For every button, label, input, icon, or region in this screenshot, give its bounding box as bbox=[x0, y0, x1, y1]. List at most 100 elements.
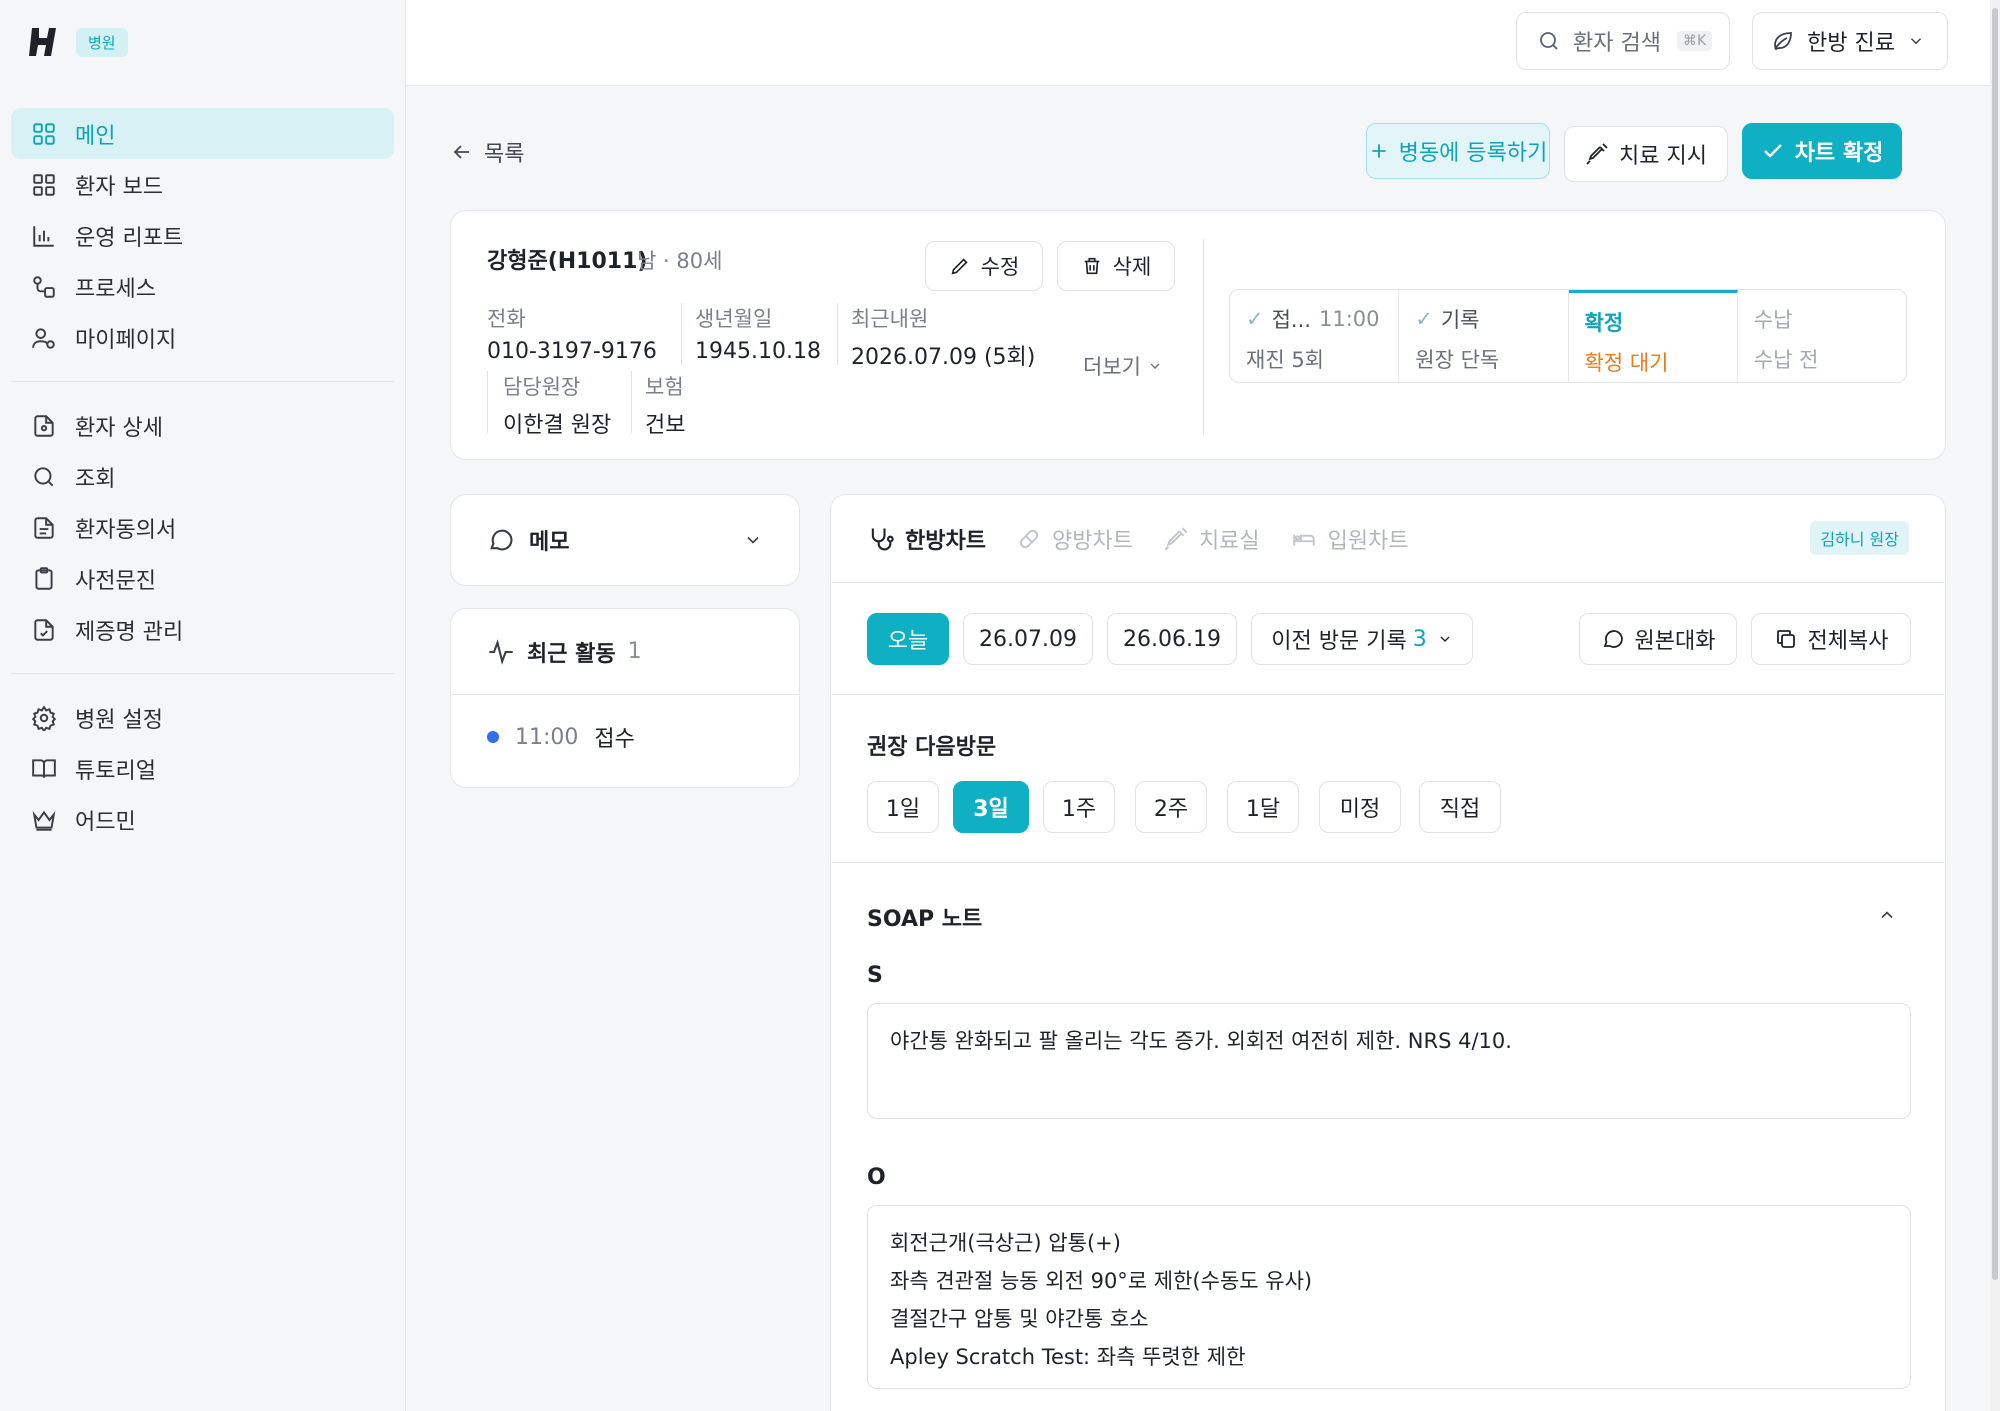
stage-sub: 원장 단독 bbox=[1415, 348, 1500, 372]
sidebar-item-mypage[interactable]: 마이페이지 bbox=[11, 312, 394, 363]
copy-all-button[interactable]: 전체복사 bbox=[1751, 613, 1911, 665]
divider bbox=[681, 303, 682, 365]
stage-sub: 재진 5회 bbox=[1246, 348, 1324, 372]
next-visit-option-selected[interactable]: 3일 bbox=[953, 781, 1029, 833]
scrollbar[interactable] bbox=[1990, 0, 2000, 1411]
confirm-chart-button[interactable]: 차트 확정 bbox=[1742, 123, 1902, 179]
back-label: 목록 bbox=[484, 142, 525, 167]
treatment-order-button[interactable]: 치료 지시 bbox=[1564, 126, 1728, 182]
birth-field: 생년월일 1945.10.18 bbox=[695, 303, 821, 364]
divider bbox=[1203, 239, 1204, 435]
treatment-order-label: 치료 지시 bbox=[1619, 144, 1707, 169]
stage-confirm[interactable]: 확정 확정 대기 bbox=[1568, 290, 1738, 382]
more-button[interactable]: 더보기 bbox=[1083, 351, 1163, 381]
next-visit-option[interactable]: 직접 bbox=[1419, 781, 1501, 833]
chevron-down-icon bbox=[1150, 363, 1160, 369]
date-chip[interactable]: 26.07.09 bbox=[963, 613, 1093, 665]
chart-card: 한방차트 양방차트 치료실 입원차트 김하니 원장 오늘 26.07.09 26… bbox=[830, 494, 1946, 1411]
objective-textarea[interactable]: 회전근개(극상근) 압통(+) 좌측 견관절 능동 외전 90°로 제한(수동도… bbox=[867, 1205, 1911, 1389]
sidebar-item-label: 프로세스 bbox=[75, 276, 156, 302]
patient-search-button[interactable]: 환자 검색 ⌘K bbox=[1516, 12, 1730, 70]
subjective-textarea[interactable]: 야간통 완화되고 팔 올리는 각도 증가. 외회전 여전히 제한. NRS 4/… bbox=[867, 1003, 1911, 1119]
doctor-value: 이한결 원장 bbox=[503, 413, 612, 438]
copy-icon bbox=[1776, 630, 1795, 648]
back-to-list-link[interactable]: 목록 bbox=[450, 136, 524, 168]
logo-icon[interactable] bbox=[28, 25, 62, 59]
sidebar-item-label: 환자 보드 bbox=[75, 174, 163, 200]
memo-label: 메모 bbox=[529, 530, 570, 555]
next-visit-option[interactable]: 1달 bbox=[1227, 781, 1299, 833]
sidebar-item-consent[interactable]: 환자동의서 bbox=[11, 502, 394, 553]
chip-label: 1주 bbox=[1061, 797, 1097, 822]
sidebar-item-tutorial[interactable]: 튜토리얼 bbox=[11, 743, 394, 794]
chip-label: 1일 bbox=[885, 797, 921, 822]
sidebar-item-patient-board[interactable]: 환자 보드 bbox=[11, 159, 394, 210]
date-chip[interactable]: 26.06.19 bbox=[1107, 613, 1237, 665]
edit-button[interactable]: 수정 bbox=[925, 241, 1043, 291]
chip-label: 전체복사 bbox=[1807, 629, 1889, 654]
plus-icon bbox=[1371, 144, 1386, 158]
sidebar-item-questionnaire[interactable]: 사전문진 bbox=[11, 553, 394, 604]
sidebar-item-settings[interactable]: 병원 설정 bbox=[11, 692, 394, 743]
sidebar-item-process[interactable]: 프로세스 bbox=[11, 261, 394, 312]
sidebar-item-label: 마이페이지 bbox=[75, 327, 177, 353]
next-visit-option[interactable]: 미정 bbox=[1319, 781, 1401, 833]
chat-bubble-icon bbox=[1603, 630, 1623, 648]
objective-line: 회전근개(극상근) 압통(+) bbox=[890, 1231, 1121, 1255]
sidebar-item-report[interactable]: 운영 리포트 bbox=[11, 210, 394, 261]
shortcut-badge: ⌘K bbox=[1676, 31, 1713, 51]
divider bbox=[837, 303, 838, 365]
user-gear-icon bbox=[32, 327, 55, 349]
recent-activity-card: 최근 활동 1 11:00 접수 bbox=[450, 608, 800, 788]
original-chat-button[interactable]: 원본대화 bbox=[1579, 613, 1737, 665]
stage-payment[interactable]: 수납 수납 전 bbox=[1738, 290, 1906, 382]
stage-reception[interactable]: ✓ 접... 11:00 재진 5회 bbox=[1230, 290, 1400, 382]
sidebar-item-label: 어드민 bbox=[75, 809, 136, 835]
divider bbox=[11, 381, 394, 382]
register-ward-button[interactable]: 병동에 등록하기 bbox=[1366, 123, 1550, 179]
sidebar-item-label: 사전문진 bbox=[75, 568, 156, 594]
date-chip-today[interactable]: 오늘 bbox=[867, 613, 949, 665]
sidebar-item-patient-detail[interactable]: 환자 상세 bbox=[11, 400, 394, 451]
tab-western-chart[interactable]: 양방차트 bbox=[1016, 523, 1133, 555]
sidebar-item-certificate[interactable]: 제증명 관리 bbox=[11, 604, 394, 655]
gear-icon bbox=[31, 704, 57, 731]
stage-title: 수납 bbox=[1753, 308, 1793, 332]
sidebar-item-label: 제증명 관리 bbox=[75, 619, 184, 645]
edit-label: 수정 bbox=[980, 255, 1020, 279]
doctor-badge: 김하니 원장 bbox=[1810, 521, 1909, 555]
tab-label: 양방차트 bbox=[1051, 528, 1133, 554]
tab-inpatient-chart[interactable]: 입원차트 bbox=[1290, 523, 1409, 555]
previous-visits-dropdown[interactable]: 이전 방문 기록 3 bbox=[1251, 613, 1473, 665]
stage-title: 접... bbox=[1271, 308, 1311, 332]
leaf-icon bbox=[1774, 32, 1792, 51]
bed-icon bbox=[1292, 534, 1315, 545]
sidebar-item-label: 메인 bbox=[75, 123, 116, 149]
memo-card[interactable]: 메모 bbox=[450, 494, 800, 586]
syringe-icon bbox=[1586, 143, 1608, 165]
delete-button[interactable]: 삭제 bbox=[1057, 241, 1175, 291]
objective-line: Apley Scratch Test: 좌측 뚜렷한 제한 bbox=[890, 1345, 1246, 1369]
mode-label: 한방 진료 bbox=[1807, 31, 1895, 56]
mode-select[interactable]: 한방 진료 bbox=[1752, 12, 1948, 70]
patient-meta: 남 · 80세 bbox=[637, 249, 723, 273]
soap-section: SOAP 노트 S 야간통 완화되고 팔 올리는 각도 증가. 외회전 여전히 … bbox=[831, 863, 1945, 1411]
insurance-field: 보험 건보 bbox=[645, 371, 685, 439]
board-icon bbox=[33, 173, 55, 196]
objective-line: 결절간구 압통 및 야간통 호소 bbox=[890, 1307, 1149, 1331]
tab-treatment-room[interactable]: 치료실 bbox=[1163, 523, 1260, 555]
doctor-field: 담당원장 이한결 원장 bbox=[503, 371, 611, 439]
stage-title: 확정 bbox=[1584, 311, 1624, 335]
sidebar-item-admin[interactable]: 어드민 bbox=[11, 794, 394, 845]
next-visit-option[interactable]: 1일 bbox=[867, 781, 939, 833]
next-visit-option[interactable]: 2주 bbox=[1135, 781, 1207, 833]
pill-icon bbox=[1019, 529, 1039, 548]
scrollbar-thumb[interactable] bbox=[1992, 8, 1998, 1280]
tab-oriental-chart[interactable]: 한방차트 bbox=[867, 523, 986, 555]
stage-record[interactable]: ✓ 기록 원장 단독 bbox=[1399, 290, 1569, 382]
sidebar-item-main[interactable]: 메인 bbox=[11, 108, 394, 159]
subjective-text: 야간통 완화되고 팔 올리는 각도 증가. 외회전 여전히 제한. NRS 4/… bbox=[890, 1029, 1512, 1053]
next-visit-option[interactable]: 1주 bbox=[1043, 781, 1115, 833]
sidebar-item-lookup[interactable]: 조회 bbox=[11, 451, 394, 502]
chevron-up-icon[interactable] bbox=[1877, 905, 1897, 925]
